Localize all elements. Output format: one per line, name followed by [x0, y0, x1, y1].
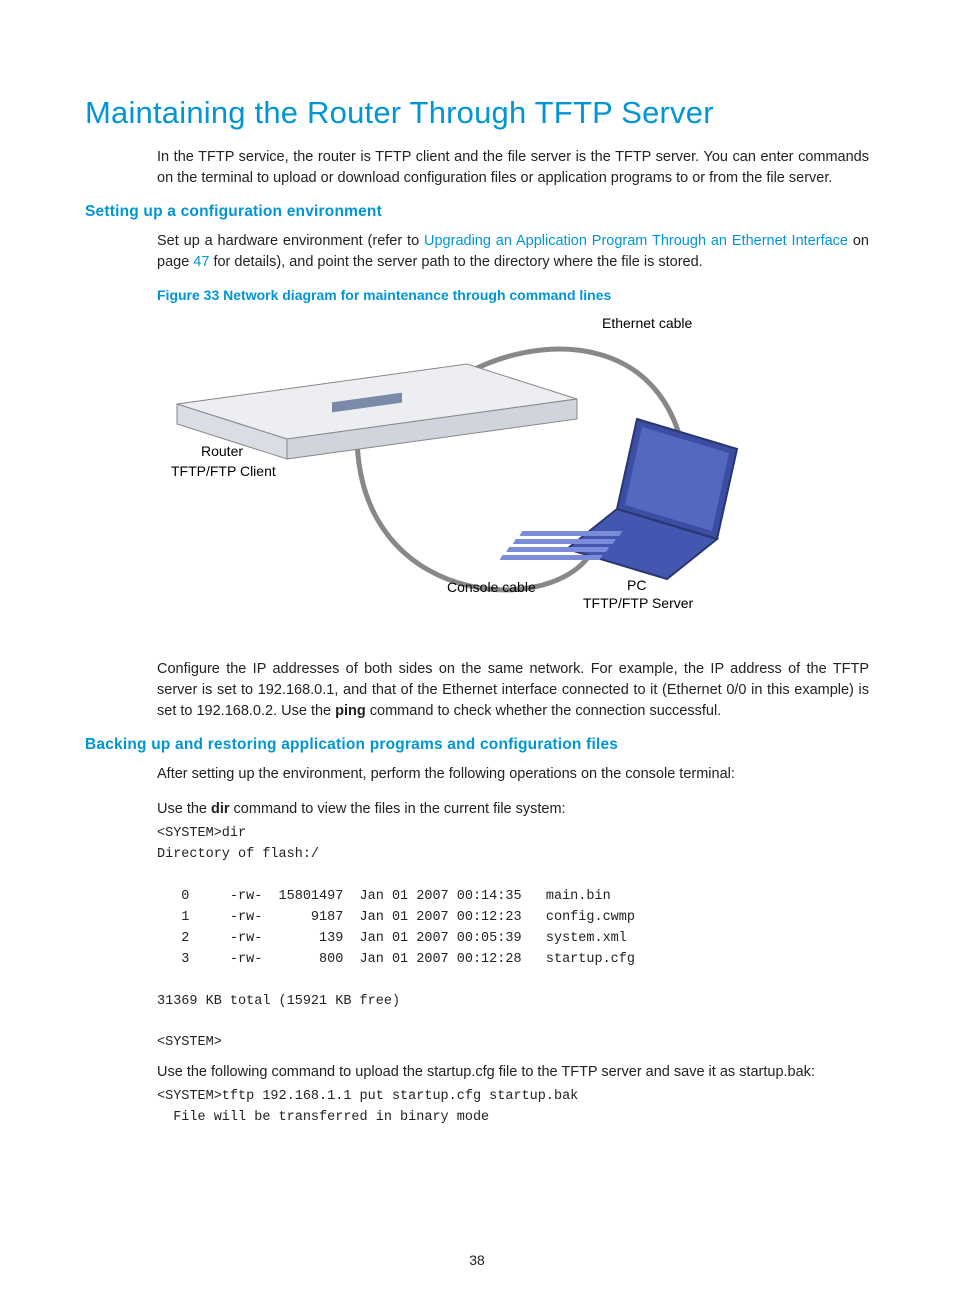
label-ethernet-cable: Ethernet cable [602, 315, 692, 331]
label-router: Router [201, 443, 243, 459]
page-number: 38 [0, 1252, 954, 1268]
network-diagram: Ethernet cable Router TFTP/FTP Client Co… [157, 309, 757, 649]
link-page-ref[interactable]: 47 [193, 254, 209, 270]
backup-para1: After setting up the environment, perfor… [157, 764, 869, 785]
backup-para2-a: Use the [157, 801, 211, 817]
setup-text-pre: Set up a hardware environment (refer to [157, 233, 424, 249]
section-heading-setup: Setting up a configuration environment [85, 203, 869, 221]
backup-para3: Use the following command to upload the … [157, 1062, 869, 1083]
setup-text-post: for details), and point the server path … [209, 254, 702, 270]
intro-paragraph: In the TFTP service, the router is TFTP … [157, 147, 869, 189]
dir-command: dir [211, 801, 230, 817]
label-tftp-client: TFTP/FTP Client [171, 463, 276, 479]
page-title: Maintaining the Router Through TFTP Serv… [85, 95, 869, 131]
link-upgrading[interactable]: Upgrading an Application Program Through… [424, 233, 848, 249]
configure-ip-text-b: command to check whether the connection … [366, 703, 721, 719]
setup-paragraph: Set up a hardware environment (refer to … [157, 231, 869, 273]
laptop-icon [500, 419, 737, 579]
terminal-listing-dir: <SYSTEM>dir Directory of flash:/ 0 -rw- … [157, 824, 869, 1054]
section-heading-backup: Backing up and restoring application pro… [85, 736, 869, 754]
backup-para2-b: command to view the files in the current… [230, 801, 566, 817]
label-console-cable: Console cable [447, 579, 536, 595]
label-tftp-server: TFTP/FTP Server [583, 595, 693, 611]
label-pc: PC [627, 577, 646, 593]
terminal-listing-tftp: <SYSTEM>tftp 192.168.1.1 put startup.cfg… [157, 1087, 869, 1129]
backup-para2: Use the dir command to view the files in… [157, 799, 869, 820]
ping-command: ping [335, 703, 366, 719]
configure-ip-paragraph: Configure the IP addresses of both sides… [157, 659, 869, 722]
figure-caption: Figure 33 Network diagram for maintenanc… [157, 287, 869, 303]
